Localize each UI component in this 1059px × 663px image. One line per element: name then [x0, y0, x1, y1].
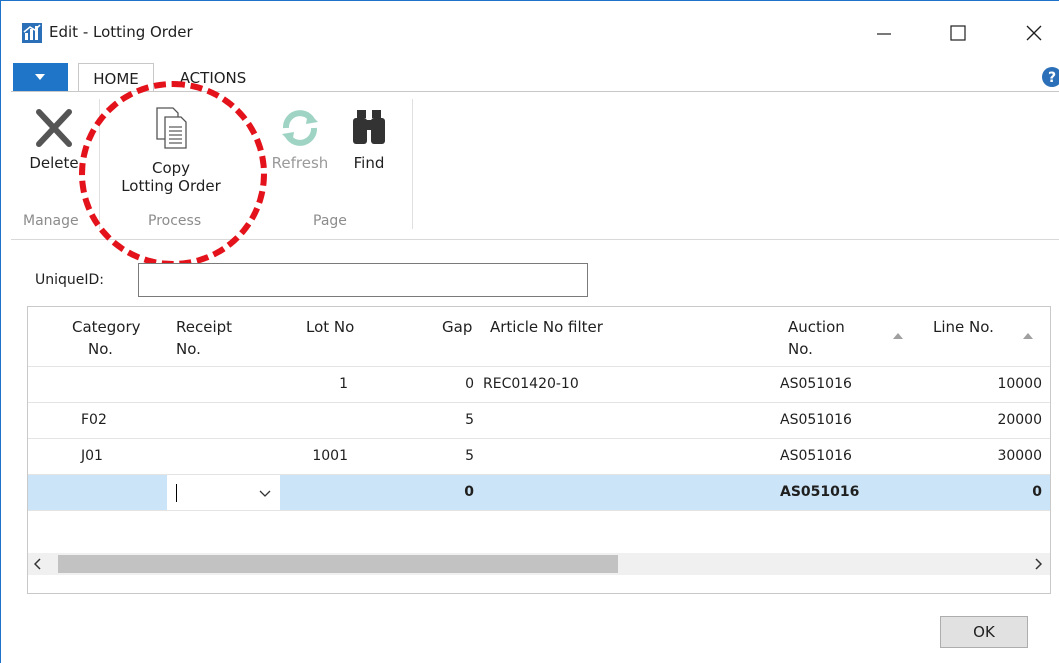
maximize-button[interactable] [935, 17, 981, 49]
column-header-receipt-line2: No. [176, 340, 201, 358]
ok-button[interactable]: OK [940, 616, 1028, 648]
column-header-category-line2: No. [88, 340, 113, 358]
cell-gap: 5 [465, 412, 474, 428]
delete-x-icon [36, 109, 72, 147]
cell-auction: AS051016 [780, 412, 852, 428]
help-icon[interactable]: ? [1041, 66, 1059, 88]
table-row[interactable]: F02 5 AS051016 20000 [28, 402, 1050, 438]
table-row[interactable]: 1 0 REC01420-10 AS051016 10000 [28, 366, 1050, 402]
cell-gap: 0 [464, 484, 474, 500]
close-button[interactable] [1003, 17, 1049, 49]
cell-line-no: 20000 [997, 412, 1042, 428]
dropdown-triangle-icon [35, 74, 45, 80]
refresh-button[interactable]: Refresh [263, 106, 337, 172]
app-icon [22, 23, 42, 43]
cell-category: F02 [81, 412, 107, 428]
binoculars-icon [353, 110, 385, 144]
find-label: Find [353, 154, 385, 172]
window-title: Edit - Lotting Order [49, 23, 193, 41]
cell-auction: AS051016 [780, 448, 852, 464]
cell-auction: AS051016 [780, 376, 852, 392]
cell-category: J01 [81, 448, 103, 464]
app-menu-button[interactable] [13, 63, 68, 91]
cell-gap: 0 [465, 376, 474, 392]
column-header-article-no-filter[interactable]: Article No filter [490, 316, 603, 338]
minimize-icon [877, 33, 891, 35]
refresh-label: Refresh [271, 154, 329, 172]
column-header-line-no[interactable]: Line No. [933, 316, 994, 338]
column-header-auction-no[interactable]: Auction No. [788, 316, 845, 360]
table-row[interactable]: J01 1001 5 AS051016 30000 [28, 438, 1050, 474]
sort-arrow-icon [1023, 333, 1033, 339]
scroll-left-icon[interactable] [34, 558, 42, 570]
group-label-manage: Manage [23, 213, 79, 229]
group-separator [412, 99, 413, 229]
highlight-callout-circle [79, 81, 267, 267]
column-header-receipt[interactable]: Receipt No. [176, 316, 232, 360]
refresh-icon [282, 110, 318, 146]
lotting-order-grid: Category No. Receipt No. Lot No Gap Arti… [27, 306, 1051, 594]
column-header-lot-no[interactable]: Lot No [306, 316, 354, 338]
minimize-button[interactable] [867, 17, 913, 49]
cell-gap: 5 [465, 448, 474, 464]
column-header-receipt-line1: Receipt [176, 318, 233, 336]
cell-lot-no: 1001 [312, 448, 348, 464]
unique-id-input[interactable] [138, 263, 588, 297]
chevron-down-icon[interactable] [258, 489, 272, 498]
cell-auction: AS051016 [780, 484, 860, 500]
sort-arrow-icon [893, 333, 903, 339]
cell-line-no: 30000 [997, 448, 1042, 464]
svg-text:?: ? [1048, 70, 1056, 86]
scrollbar-thumb[interactable] [58, 555, 618, 573]
column-header-auction-line2: No. [788, 340, 813, 358]
receipt-no-combobox[interactable] [167, 475, 280, 511]
dialog-window: Edit - Lotting Order HOME ACTIONS ? Dele… [0, 0, 1059, 663]
text-caret [176, 484, 177, 502]
maximize-icon [950, 25, 966, 41]
group-label-page: Page [313, 213, 347, 229]
table-row-selected[interactable]: 0 AS051016 0 [28, 474, 1050, 511]
column-header-category[interactable]: Category No. [72, 316, 141, 360]
column-header-category-line1: Category [72, 318, 141, 336]
cell-article: REC01420-10 [483, 376, 579, 392]
find-button[interactable]: Find [341, 106, 397, 172]
title-bar: Edit - Lotting Order [1, 1, 1059, 63]
table-row-empty[interactable] [28, 510, 1050, 546]
horizontal-scrollbar[interactable] [28, 553, 1050, 575]
delete-button[interactable]: Delete [19, 106, 89, 172]
close-icon [1026, 25, 1042, 41]
scroll-right-icon[interactable] [1034, 558, 1042, 570]
cell-lot-no: 1 [339, 376, 348, 392]
column-header-auction-line1: Auction [788, 318, 845, 336]
column-header-gap[interactable]: Gap [442, 316, 472, 338]
cell-line-no: 0 [1032, 484, 1042, 500]
unique-id-label: UniqueID: [35, 272, 105, 288]
cell-line-no: 10000 [997, 376, 1042, 392]
